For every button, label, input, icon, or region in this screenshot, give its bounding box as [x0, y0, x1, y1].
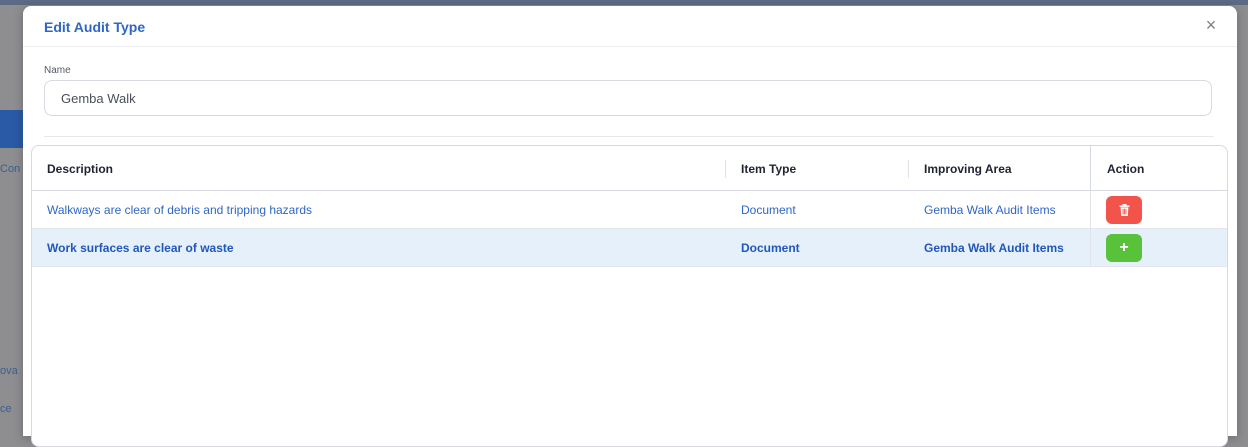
row-description: Work surfaces are clear of waste — [47, 241, 234, 255]
header-action: Action — [1107, 162, 1145, 176]
background-topbar — [0, 0, 1248, 5]
header-item-type[interactable]: Item Type — [741, 146, 796, 190]
row-improving-area: Gemba Walk Audit Items — [924, 241, 1064, 255]
delete-button[interactable] — [1106, 196, 1142, 224]
divider — [44, 136, 1214, 137]
table-header: Description Item Type Improving Area Act… — [32, 146, 1227, 191]
background-sidebar-active-item — [0, 110, 23, 148]
name-input[interactable] — [44, 80, 1212, 116]
audit-items-table: Description Item Type Improving Area Act… — [31, 145, 1228, 447]
edit-audit-type-modal: Edit Audit Type × Name Description Item … — [23, 6, 1237, 447]
column-separator — [1090, 229, 1091, 266]
column-separator — [725, 160, 726, 178]
background-sidebar-text: ova — [0, 365, 18, 377]
modal-header: Edit Audit Type × — [23, 6, 1237, 47]
column-separator — [908, 160, 909, 178]
background-sidebar-text: ce — [0, 403, 12, 415]
plus-icon: + — [1119, 239, 1129, 256]
header-improving-area[interactable]: Improving Area — [924, 146, 1012, 190]
trash-icon — [1119, 204, 1129, 216]
background-sidebar-text: Con — [0, 163, 21, 175]
name-field-label: Name — [44, 65, 71, 76]
close-icon[interactable]: × — [1202, 16, 1220, 34]
add-button[interactable]: + — [1106, 234, 1142, 262]
column-separator — [1090, 191, 1091, 228]
table-row-selected[interactable]: Work surfaces are clear of waste Documen… — [32, 229, 1227, 267]
row-description: Walkways are clear of debris and trippin… — [47, 203, 313, 217]
row-item-type: Document — [741, 241, 800, 255]
row-improving-area: Gemba Walk Audit Items — [924, 203, 1056, 217]
table-row[interactable]: Walkways are clear of debris and trippin… — [32, 191, 1227, 229]
modal-title: Edit Audit Type — [44, 19, 146, 35]
row-item-type: Document — [741, 203, 796, 217]
column-separator — [1090, 146, 1091, 190]
header-description[interactable]: Description — [47, 146, 113, 190]
